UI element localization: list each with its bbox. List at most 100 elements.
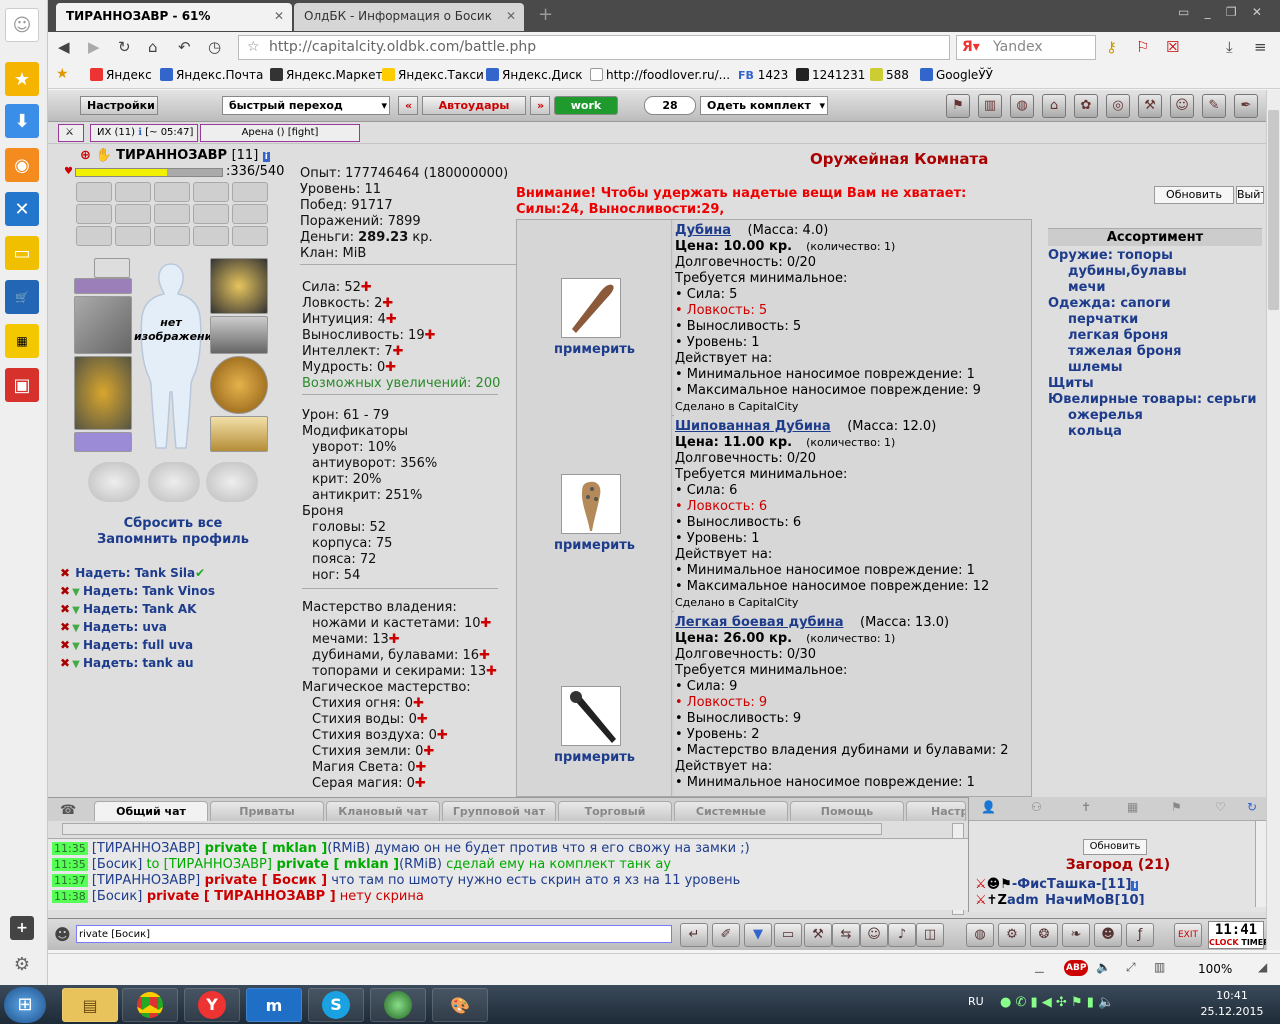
tab-info[interactable]: ОлдБК - Информация о Босик ✕ — [294, 3, 524, 31]
next-button[interactable]: » — [530, 96, 550, 115]
skype-icon[interactable]: S — [308, 988, 364, 1022]
earring-slot[interactable] — [94, 258, 130, 278]
delete-set-icon[interactable]: ✖ — [60, 584, 70, 598]
helmet-slot[interactable] — [210, 258, 268, 314]
bookmark-foodlover[interactable]: http://foodlover.ru/... — [590, 68, 730, 82]
key-icon[interactable]: ⚷ — [1106, 38, 1117, 56]
heart-outline-icon[interactable]: ♡ — [1215, 800, 1226, 814]
empty-slot[interactable] — [154, 204, 190, 224]
bookmark-mail[interactable]: Яндекс.Почта — [160, 68, 263, 82]
online-user[interactable]: ⚔☻⚑-ФисТашка-[11] i — [975, 877, 1139, 892]
home-icon[interactable]: ⌂ — [148, 38, 158, 56]
empty-slot[interactable] — [154, 182, 190, 202]
arena-status[interactable]: Арена () [fight] — [200, 124, 360, 142]
refresh-list-icon[interactable]: ↻ — [1247, 800, 1257, 814]
undo-icon[interactable]: ↶ — [178, 38, 191, 56]
set-link[interactable]: Надеть: uva — [83, 620, 167, 634]
forward-icon[interactable]: ▶ — [88, 38, 100, 56]
gears-icon[interactable]: ⚙ — [998, 923, 1026, 947]
plus-icon[interactable]: ✚ — [417, 712, 428, 727]
window-controls[interactable]: ▭ _ ❐ ✕ — [1178, 5, 1262, 19]
language-indicator[interactable]: RU — [968, 995, 984, 1008]
flag-icon[interactable]: ⚑ — [1171, 800, 1182, 814]
exit-icon[interactable]: EXIT — [1174, 923, 1202, 947]
menu-icon[interactable]: ≡ — [1254, 38, 1267, 56]
gear-icon[interactable]: ⚙ — [10, 952, 34, 976]
yandex-browser-icon[interactable]: Y — [184, 988, 240, 1022]
new-tab-icon[interactable]: + — [538, 4, 553, 25]
adblock-icon[interactable]: ABP — [1064, 960, 1089, 976]
coin-icon[interactable]: ◎ — [1106, 94, 1130, 118]
chat-text[interactable]: [Босик] — [92, 857, 142, 872]
item-image[interactable] — [561, 278, 621, 338]
quick-nav-select[interactable]: быстрый переход ▾ — [222, 96, 390, 115]
chat-tab[interactable]: Помощь — [790, 801, 904, 821]
reload-icon[interactable]: ↻ — [118, 38, 131, 56]
star-icon[interactable]: ★ — [5, 62, 39, 96]
bookmark-taxi[interactable]: Яндекс.Такси — [382, 68, 484, 82]
empty-slot[interactable] — [193, 226, 229, 246]
downloads-icon[interactable]: ⤓ — [1226, 38, 1233, 56]
tape-icon[interactable]: ◫ — [916, 923, 944, 947]
try-on-link[interactable]: примерить — [517, 538, 672, 553]
chat-input[interactable] — [76, 925, 672, 943]
split-icon[interactable]: ▥ — [1154, 960, 1165, 974]
chat-icon[interactable]: ☎ — [60, 803, 84, 819]
bookmark-1241231[interactable]: 1241231 — [796, 68, 865, 82]
bank-icon[interactable]: ⌂ — [1042, 94, 1066, 118]
person-icon[interactable]: ☺ — [1170, 94, 1194, 118]
send-icon[interactable]: ↵ — [680, 923, 708, 947]
plus-icon[interactable]: ✚ — [415, 776, 426, 791]
delete-set-icon[interactable]: ✖ — [60, 602, 70, 616]
scroll-icon[interactable]: ✎ — [1202, 94, 1226, 118]
plus-icon[interactable]: ✚ — [437, 728, 448, 743]
tools2-icon[interactable]: ⚒ — [804, 923, 832, 947]
set-link[interactable]: Надеть: full uva — [83, 638, 193, 652]
empty-slot[interactable] — [115, 226, 151, 246]
set-link[interactable]: Надеть: tank au — [83, 656, 194, 670]
chat-tab[interactable]: Общий чат — [94, 801, 208, 821]
paint-icon[interactable]: 🎨 — [432, 988, 488, 1022]
addon2-icon[interactable]: ☒ — [1166, 38, 1179, 56]
wing-icon[interactable]: ❧ — [1062, 923, 1090, 947]
smiley-icon[interactable]: ☺ — [5, 8, 39, 42]
bookmark-fb[interactable]: FB 1423 — [738, 68, 788, 82]
empty-slot[interactable] — [193, 182, 229, 202]
users-icon[interactable]: 👤 — [981, 800, 996, 814]
bookmark-disk[interactable]: Яндекс.Диск — [486, 68, 583, 82]
chat-scroll-h[interactable] — [62, 823, 882, 835]
ix-status[interactable]: ИХ (11) ℹ [~ 05:47] — [90, 124, 198, 142]
assort-link[interactable]: шлемы — [1068, 360, 1123, 375]
tab-battle[interactable]: ТИРАННОЗАВР - 61% ✕ — [56, 3, 292, 31]
assort-link[interactable]: серьги — [1207, 392, 1257, 407]
rings-slot[interactable] — [74, 432, 132, 452]
maxthon-icon[interactable]: m — [246, 988, 302, 1022]
armor-slot[interactable] — [74, 356, 132, 430]
chat-timestamp[interactable]: 11:35 — [52, 858, 88, 871]
quill-icon[interactable]: ✒ — [1234, 94, 1258, 118]
empty-slot[interactable] — [232, 182, 268, 202]
games-icon[interactable]: ▣ — [5, 368, 39, 402]
favorites-star-icon[interactable]: ★ — [56, 66, 69, 82]
eraser-icon[interactable]: ✐ — [712, 923, 740, 947]
history-icon[interactable]: ◷ — [208, 38, 221, 56]
translit-icon[interactable]: ⇆ — [832, 923, 860, 947]
plus-icon[interactable]: ✚ — [393, 344, 404, 359]
plus-icon[interactable]: ✚ — [423, 744, 434, 759]
star-bookmark-icon[interactable]: ☆ — [247, 36, 260, 59]
assort-link[interactable]: перчатки — [1068, 312, 1138, 327]
smile-icon[interactable]: ☺ — [860, 923, 888, 947]
weapon-axe-slot[interactable] — [74, 296, 132, 354]
chat-text[interactable]: [ТИРАННОЗАВР] — [92, 841, 200, 856]
plus-icon[interactable]: ✚ — [386, 312, 397, 327]
dress-set-select[interactable]: Одеть комплект ▾ — [700, 96, 828, 115]
clan-icon[interactable]: ✿ — [1074, 94, 1098, 118]
empty-slot[interactable] — [76, 226, 112, 246]
chat-text[interactable]: [Босик] — [92, 889, 142, 904]
addon-icon[interactable]: ⚐ — [1136, 38, 1149, 56]
item-name-link[interactable]: Легкая боевая дубина — [675, 615, 844, 630]
plus-icon[interactable]: ✚ — [425, 328, 436, 343]
empty-slot[interactable] — [232, 204, 268, 224]
chat-tab[interactable]: Клановый чат — [326, 801, 440, 821]
scroll-thumb[interactable] — [1268, 110, 1279, 310]
